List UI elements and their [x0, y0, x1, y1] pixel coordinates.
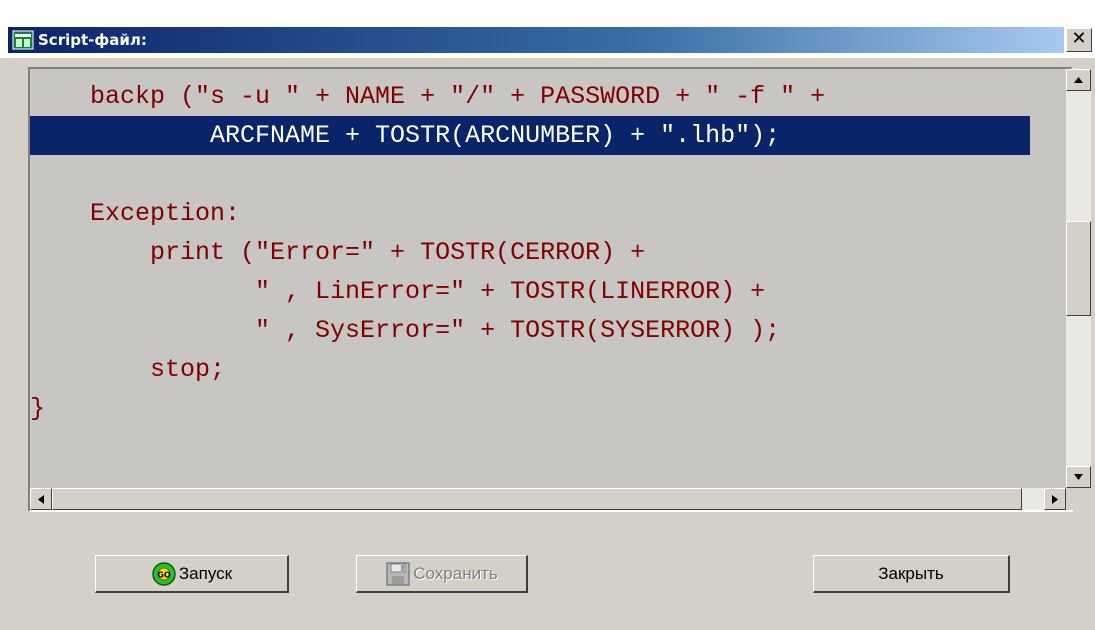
- save-button-label: Сохранить: [413, 563, 498, 583]
- triangle-up-icon: [1074, 77, 1083, 83]
- code-line[interactable]: Exception:: [30, 194, 1030, 233]
- code-line[interactable]: stop;: [30, 350, 1030, 389]
- scroll-right-button[interactable]: [1044, 488, 1066, 510]
- code-line[interactable]: }: [30, 389, 1030, 428]
- close-button[interactable]: Закрыть: [813, 555, 1010, 593]
- svg-text:GO: GO: [157, 570, 171, 579]
- code-line[interactable]: " , LinError=" + TOSTR(LINERROR) +: [30, 272, 1030, 311]
- horizontal-scroll-thumb[interactable]: [52, 488, 1022, 510]
- scrollbar-corner: [1066, 488, 1091, 510]
- go-icon: GO: [152, 561, 176, 586]
- triangle-left-icon: [38, 495, 44, 504]
- scroll-up-button[interactable]: [1066, 69, 1091, 91]
- run-button[interactable]: GO Запуск: [95, 555, 289, 593]
- floppy-disk-icon: [386, 561, 410, 586]
- triangle-down-icon: [1074, 474, 1083, 480]
- title-bar: Script-файл: ✕: [0, 0, 1095, 58]
- horizontal-scrollbar[interactable]: [30, 488, 1066, 510]
- code-line-selected[interactable]: ARCFNAME + TOSTR(ARCNUMBER) + ".lhb");: [30, 116, 1030, 155]
- app-window-icon: [12, 30, 34, 50]
- code-line[interactable]: backp ("s -u " + NAME + "/" + PASSWORD +…: [30, 77, 1030, 116]
- close-icon: ✕: [1071, 28, 1087, 49]
- script-code-area[interactable]: backp ("s -u " + NAME + "/" + PASSWORD +…: [30, 69, 1066, 488]
- vertical-scrollbar[interactable]: [1066, 69, 1091, 488]
- scroll-down-button[interactable]: [1066, 466, 1091, 488]
- triangle-right-icon: [1052, 495, 1058, 504]
- code-line[interactable]: print ("Error=" + TOSTR(CERROR) +: [30, 233, 1030, 272]
- window-title: Script-файл:: [38, 31, 147, 49]
- code-line[interactable]: " , SysError=" + TOSTR(SYSERROR) );: [30, 311, 1030, 350]
- run-button-label: Запуск: [178, 563, 233, 583]
- save-button[interactable]: Сохранить: [356, 555, 528, 593]
- close-button-label: Закрыть: [878, 563, 944, 583]
- scroll-left-button[interactable]: [30, 488, 52, 510]
- code-line[interactable]: [30, 155, 1030, 194]
- vertical-scroll-thumb[interactable]: [1066, 221, 1091, 316]
- title-bar-strip: [8, 27, 1064, 53]
- close-window-button[interactable]: ✕: [1066, 28, 1092, 52]
